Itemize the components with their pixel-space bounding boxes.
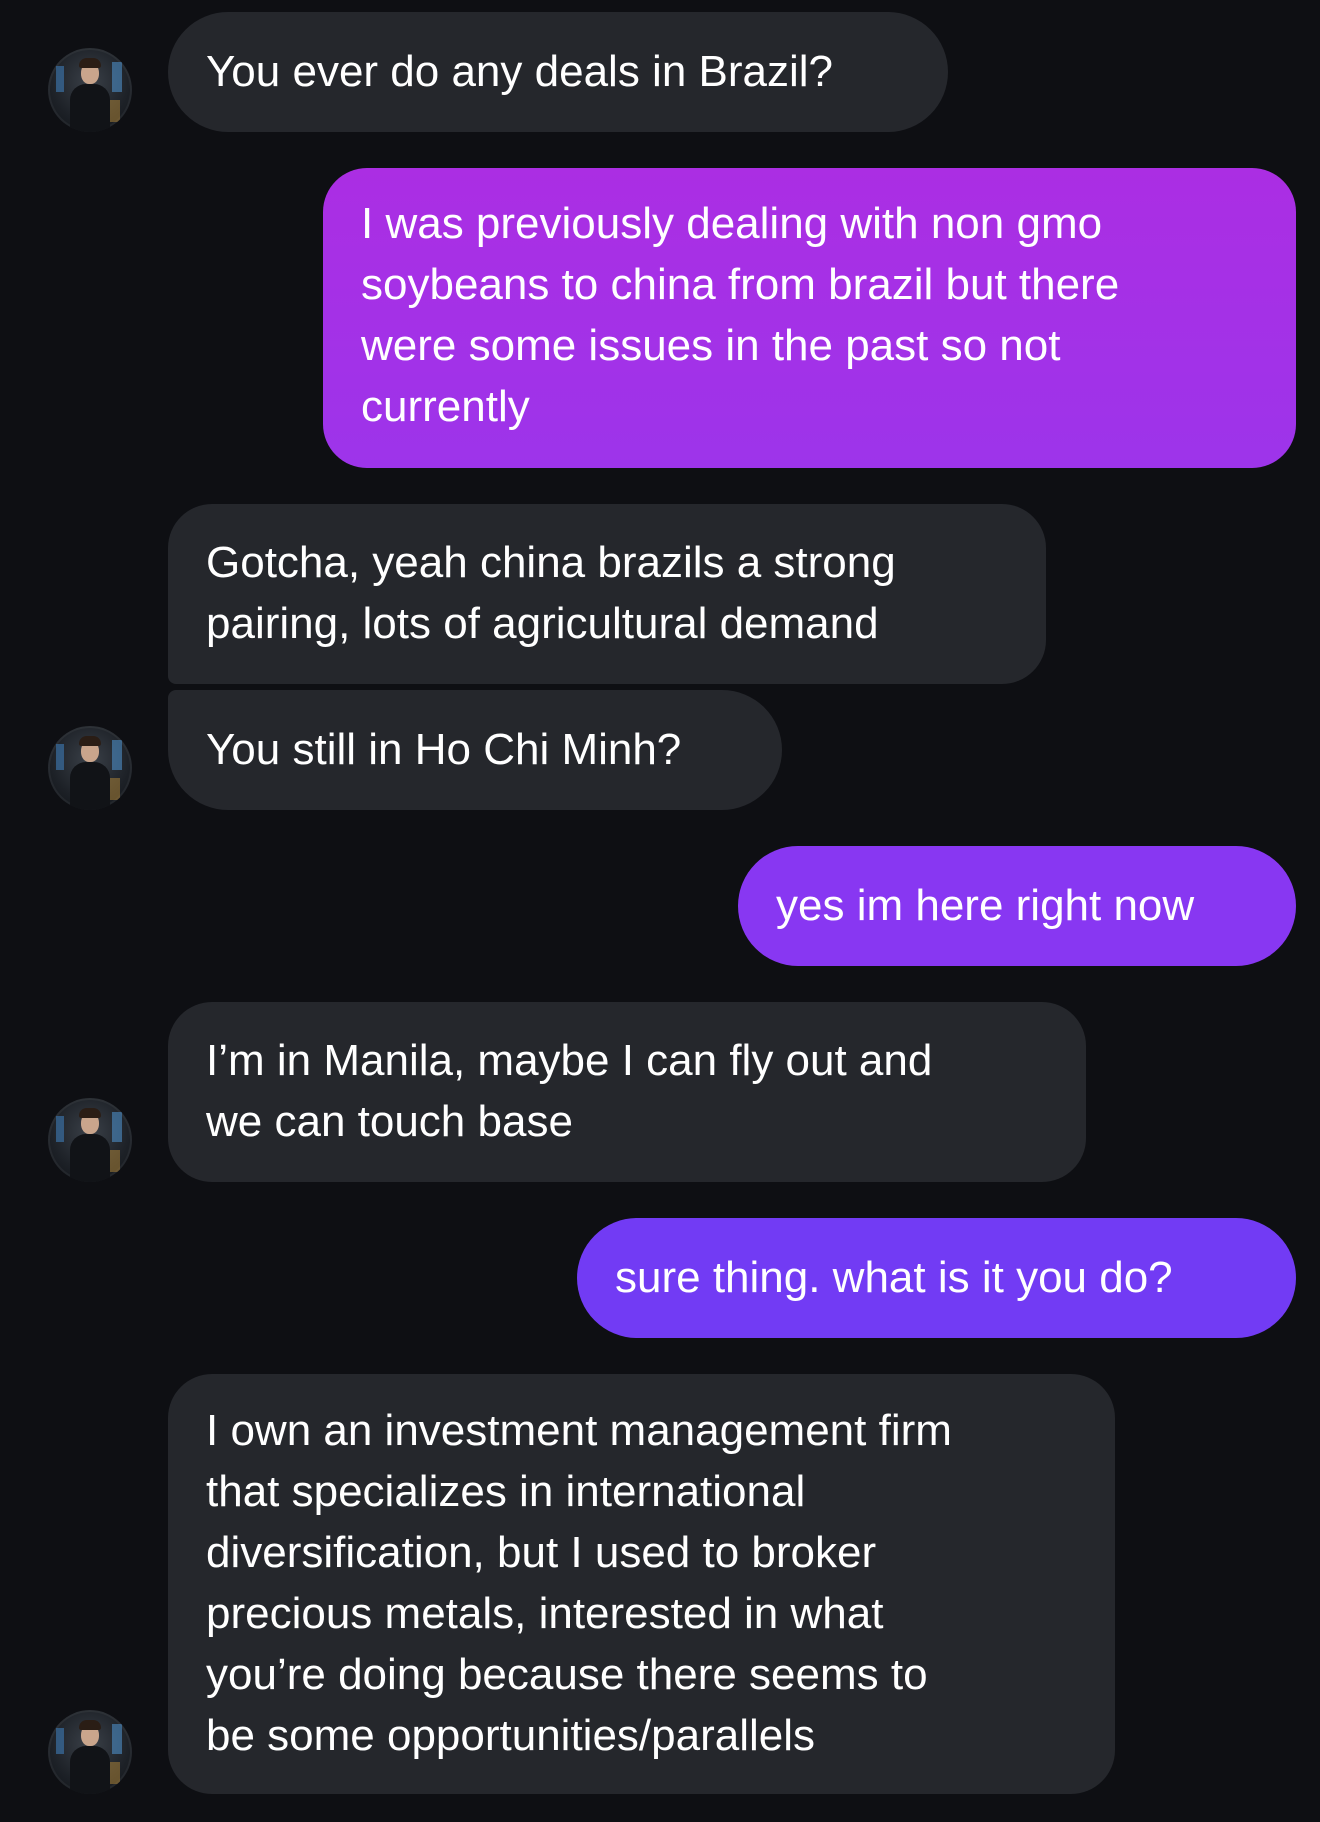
incoming-message[interactable]: You ever do any deals in Brazil? — [168, 12, 948, 132]
message-line: currently — [361, 382, 530, 431]
message-line: soybeans to china from brazil but there — [361, 260, 1120, 309]
message-line: diversification, but I used to broker — [206, 1528, 877, 1577]
outgoing-message[interactable]: I was previously dealing with non gmo so… — [323, 168, 1296, 468]
contact-avatar-icon[interactable] — [48, 1710, 132, 1794]
outgoing-message[interactable]: yes im here right now — [738, 846, 1296, 966]
message-line: You still in Ho Chi Minh? — [206, 725, 682, 774]
message-line: I own an investment management firm — [206, 1406, 952, 1455]
message-line: pairing, lots of agricultural demand — [206, 599, 879, 648]
contact-avatar-icon[interactable] — [48, 726, 132, 810]
incoming-message[interactable]: Gotcha, yeah china brazils a strong pair… — [168, 504, 1046, 684]
message-thread: You ever do any deals in Brazil? I was p… — [0, 0, 1320, 1822]
message-line: Gotcha, yeah china brazils a strong — [206, 538, 896, 587]
message-line: we can touch base — [206, 1097, 573, 1146]
contact-avatar-icon[interactable] — [48, 1098, 132, 1182]
message-line: precious metals, interested in what — [206, 1589, 884, 1638]
message-line: that specializes in international — [206, 1467, 806, 1516]
incoming-message[interactable]: I’m in Manila, maybe I can fly out and w… — [168, 1002, 1086, 1182]
message-line: be some opportunities/parallels — [206, 1711, 816, 1760]
message-line: I was previously dealing with non gmo — [361, 199, 1103, 248]
incoming-message[interactable]: I own an investment management firm that… — [168, 1374, 1115, 1794]
incoming-message[interactable]: You still in Ho Chi Minh? — [168, 690, 782, 810]
contact-avatar-icon[interactable] — [48, 48, 132, 132]
message-line: were some issues in the past so not — [361, 321, 1061, 370]
message-line: you’re doing because there seems to — [206, 1650, 928, 1699]
message-line: You ever do any deals in Brazil? — [206, 47, 833, 96]
outgoing-message[interactable]: sure thing. what is it you do? — [577, 1218, 1296, 1338]
message-line: yes im here right now — [776, 881, 1195, 930]
message-line: sure thing. what is it you do? — [615, 1253, 1173, 1302]
message-line: I’m in Manila, maybe I can fly out and — [206, 1036, 933, 1085]
